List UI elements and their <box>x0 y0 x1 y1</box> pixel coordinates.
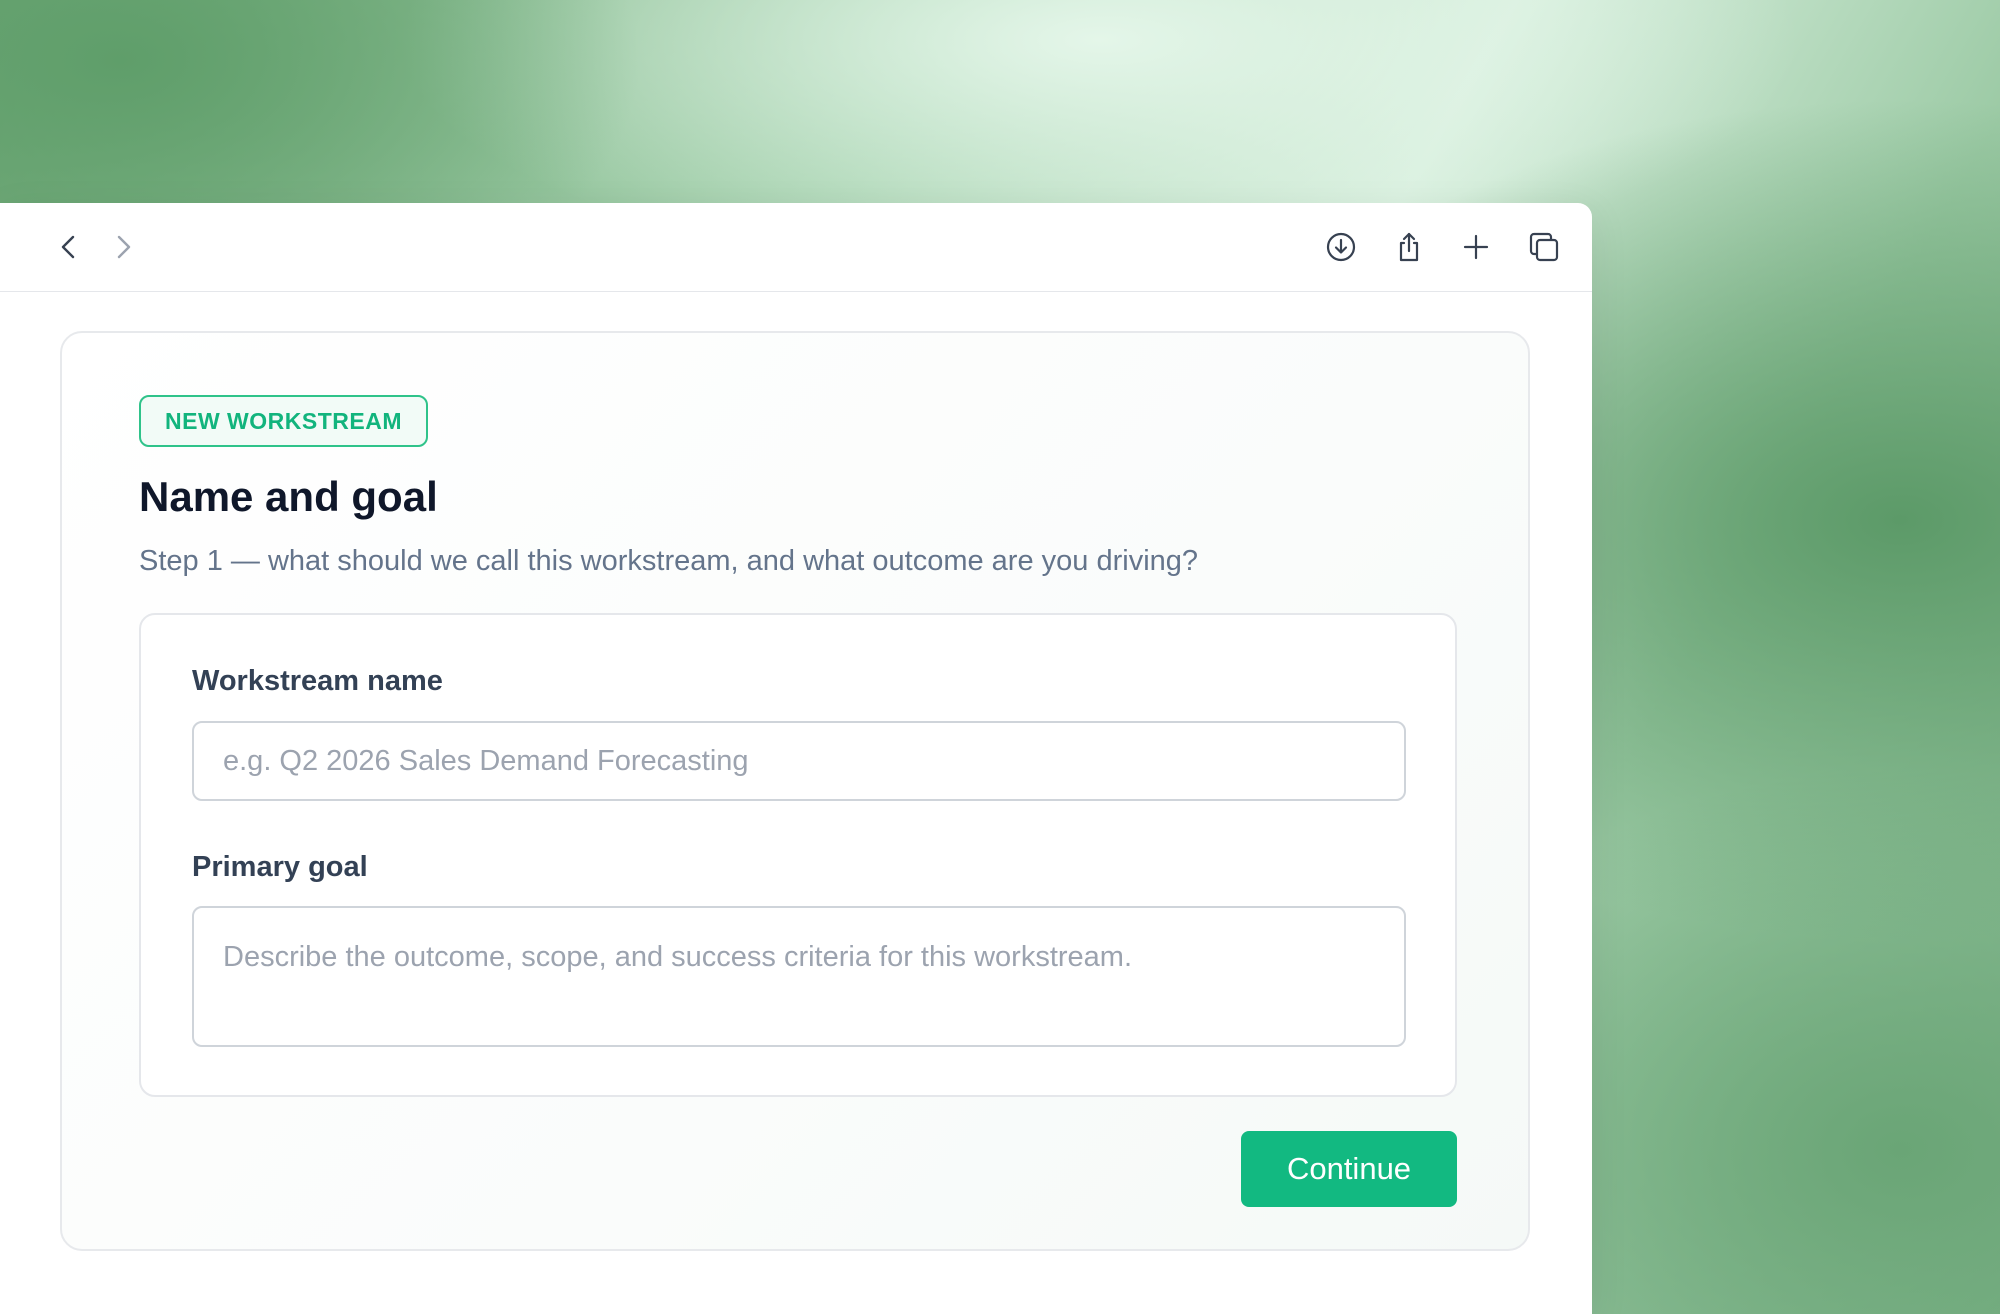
workstream-name-input[interactable] <box>192 721 1406 801</box>
chevron-right-icon <box>117 235 131 259</box>
continue-button[interactable]: Continue <box>1241 1131 1457 1207</box>
share-button[interactable] <box>1385 223 1433 271</box>
page-title: Name and goal <box>139 473 438 520</box>
browser-toolbar <box>0 203 1592 292</box>
workstream-card: NEW WORKSTREAM Name and goal Step 1 — wh… <box>60 331 1530 1251</box>
tabs-icon <box>1529 232 1559 262</box>
new-tab-button[interactable] <box>1452 223 1500 271</box>
primary-goal-textarea[interactable] <box>192 906 1406 1047</box>
download-button[interactable] <box>1317 223 1365 271</box>
forward-button[interactable] <box>99 223 147 271</box>
share-icon <box>1399 232 1419 262</box>
chevron-left-icon <box>61 235 75 259</box>
workstream-name-label: Workstream name <box>192 665 443 697</box>
status-badge: NEW WORKSTREAM <box>139 395 428 447</box>
primary-goal-label: Primary goal <box>192 851 368 883</box>
browser-window: NEW WORKSTREAM Name and goal Step 1 — wh… <box>0 203 1592 1314</box>
plus-icon <box>1463 234 1489 260</box>
page-subtitle: Step 1 — what should we call this workst… <box>139 545 1199 577</box>
back-button[interactable] <box>45 223 93 271</box>
form-panel: Workstream name Primary goal <box>139 613 1457 1097</box>
download-icon <box>1326 232 1356 262</box>
tab-overview-button[interactable] <box>1520 223 1568 271</box>
